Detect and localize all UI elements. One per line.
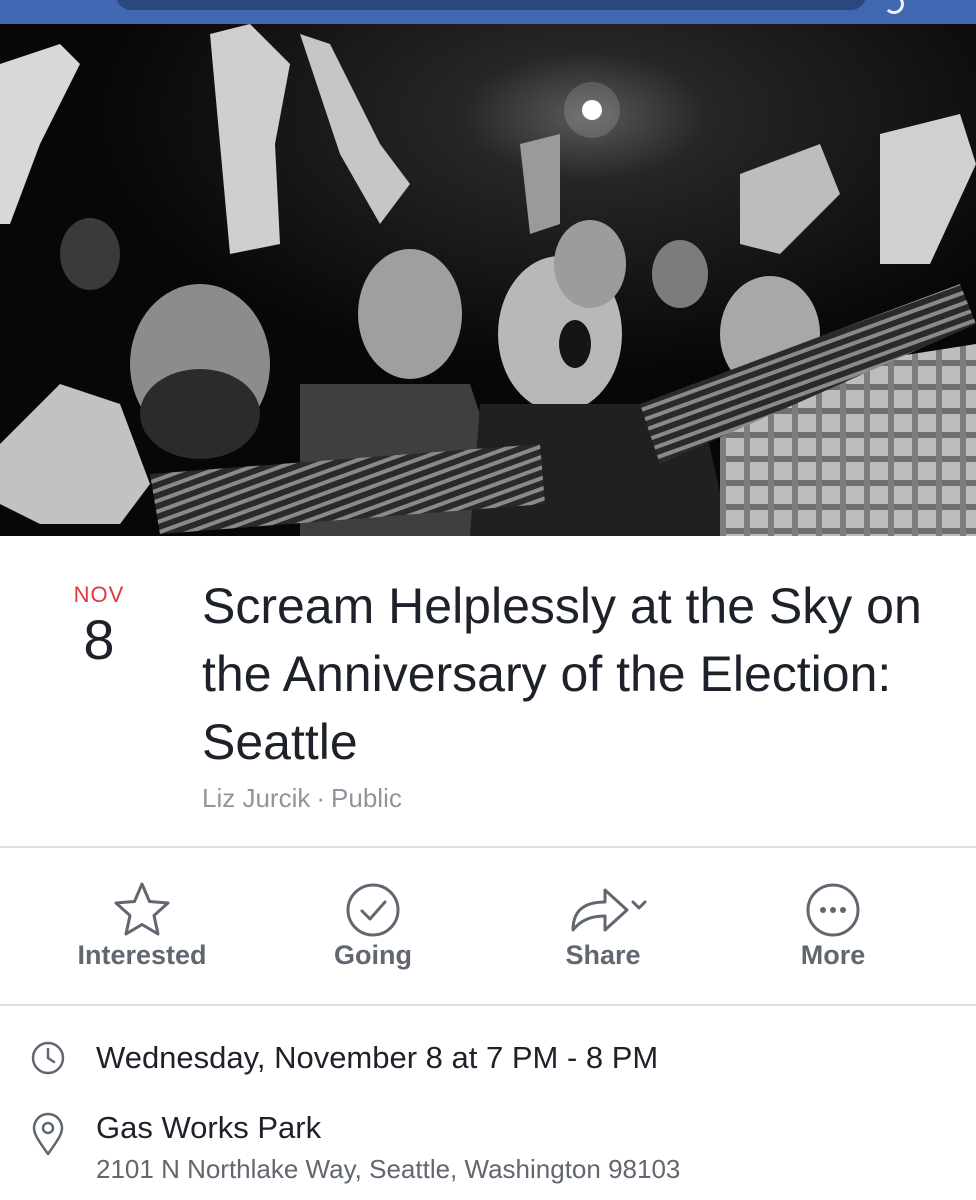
nav-corner-icon[interactable] [884,0,904,14]
location-name[interactable]: Gas Works Park [96,1110,321,1146]
interested-label: Interested [77,940,207,970]
cover-photo-illustration [0,24,976,536]
event-date-box: NOV 8 [60,582,138,670]
interested-button[interactable]: Interested [22,852,262,1004]
check-circle-icon [343,880,403,945]
going-label: Going [334,940,412,970]
more-button[interactable]: More [713,852,953,1004]
search-bar[interactable] [116,0,866,10]
event-host-line: Liz Jurcik · Public [202,783,402,814]
more-label: More [800,940,866,970]
event-day: 8 [83,608,115,671]
event-action-bar: Interested Going Share More [0,852,976,1004]
chevron-down-icon [631,900,647,910]
location-address: 2101 N Northlake Way, Seattle, Washingto… [96,1154,681,1184]
divider-bottom [0,1004,976,1006]
share-button[interactable]: Share [483,852,723,1004]
event-privacy: Public [331,783,402,813]
divider-top [0,846,976,848]
event-host[interactable]: Liz Jurcik [202,783,310,813]
star-icon [112,880,172,945]
more-dots-icon [803,880,863,945]
event-title: Scream Helplessly at the Sky on the Anni… [202,578,922,770]
share-arrow-icon [555,880,651,945]
top-nav-bar [0,0,976,24]
event-cover-photo [0,24,976,536]
clock-icon [30,1040,66,1081]
event-month: NOV [73,582,125,607]
host-separator: · [316,783,326,813]
location-pin-icon [30,1112,66,1161]
share-label: Share [565,940,641,970]
going-button[interactable]: Going [253,852,493,1004]
event-time-text: Wednesday, November 8 at 7 PM - 8 PM [96,1040,659,1075]
